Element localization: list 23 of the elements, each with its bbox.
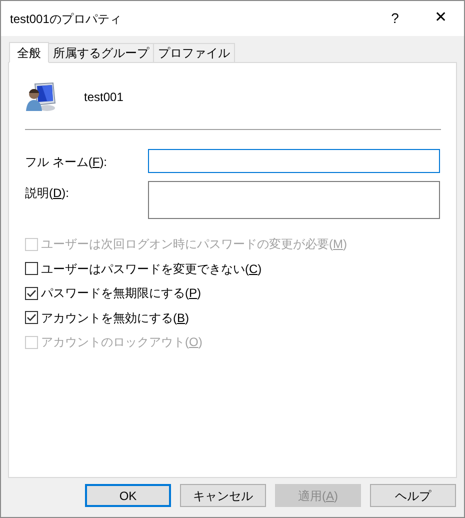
checkbox-label: アカウントのロックアウト(O) — [41, 334, 202, 352]
checkbox[interactable] — [25, 311, 38, 324]
help-button[interactable]: ? — [372, 1, 418, 36]
user-computer-icon — [25, 81, 57, 113]
checkbox-label: ユーザーはパスワードを変更できない(C) — [41, 260, 262, 278]
field-label: 説明(D): — [25, 185, 70, 202]
full-name-field[interactable] — [148, 149, 440, 173]
user-name: test001 — [84, 89, 124, 106]
tab[interactable]: 所属するグループ — [48, 43, 154, 62]
checkbox-label: アカウントを無効にする(B) — [41, 310, 190, 327]
checkbox[interactable] — [25, 262, 38, 276]
dialog-button[interactable]: ヘルプ — [370, 484, 456, 507]
checkbox-label: パスワードを無期限にする(P) — [41, 285, 202, 302]
close-button[interactable]: ✕ — [418, 1, 464, 36]
dialog-button[interactable]: キャンセル — [180, 484, 266, 507]
window-title: test001のプロパティ — [10, 10, 122, 28]
dialog-button[interactable]: OK — [85, 484, 171, 507]
checkbox[interactable] — [25, 286, 38, 300]
field-label: フル ネーム(F): — [25, 154, 108, 171]
description-field[interactable] — [148, 181, 440, 219]
tab[interactable]: プロファイル — [153, 43, 235, 62]
tab[interactable]: 全般 — [9, 42, 49, 63]
checkbox-label: ユーザーは次回ログオン時にパスワードの変更が必要(M) — [41, 236, 347, 254]
